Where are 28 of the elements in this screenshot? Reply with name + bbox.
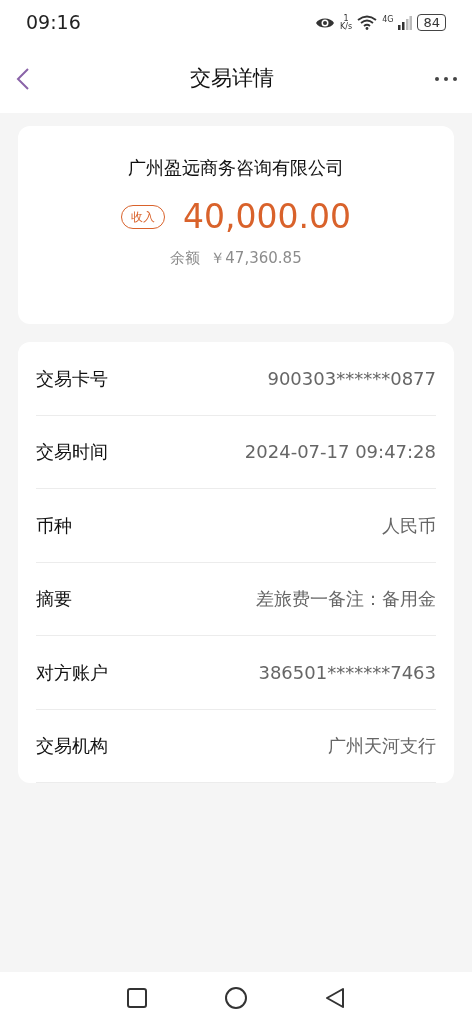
payee-name: 广州盈远商务咨询有限公司: [128, 156, 344, 180]
detail-label: 币种: [36, 513, 72, 538]
home-icon[interactable]: [225, 987, 247, 1009]
detail-value: 广州天河支行: [328, 734, 436, 759]
back-icon[interactable]: [325, 987, 345, 1009]
amount: 40,000.00: [183, 199, 351, 236]
wifi-icon: [357, 15, 378, 30]
detail-value: 900303******0877: [267, 366, 436, 391]
network-speed-unit: K/s: [340, 22, 353, 31]
network-speed-value: 1: [343, 14, 349, 23]
detail-label: 交易机构: [36, 734, 108, 759]
detail-value: 386501*******7463: [258, 660, 436, 685]
network-type: 4G: [382, 16, 394, 24]
detail-value: 2024-07-17 09:47:28: [244, 440, 436, 465]
detail-label: 对方账户: [36, 660, 108, 685]
page-title: 交易详情: [190, 65, 274, 93]
detail-label: 摘要: [36, 587, 72, 612]
detail-label: 交易时间: [36, 440, 108, 465]
recents-icon[interactable]: [127, 988, 147, 1008]
detail-label: 交易卡号: [36, 366, 108, 391]
detail-value: 差旅费一备注：备用金: [256, 587, 436, 612]
signal-icon: [398, 15, 413, 30]
detail-value: 人民币: [382, 513, 436, 538]
battery-level: 84: [417, 14, 446, 31]
clock-time: 09:16: [26, 10, 81, 36]
balance-value: ￥47,360.85: [210, 248, 302, 270]
balance-label: 余额: [170, 248, 201, 270]
more-icon[interactable]: [434, 76, 458, 82]
